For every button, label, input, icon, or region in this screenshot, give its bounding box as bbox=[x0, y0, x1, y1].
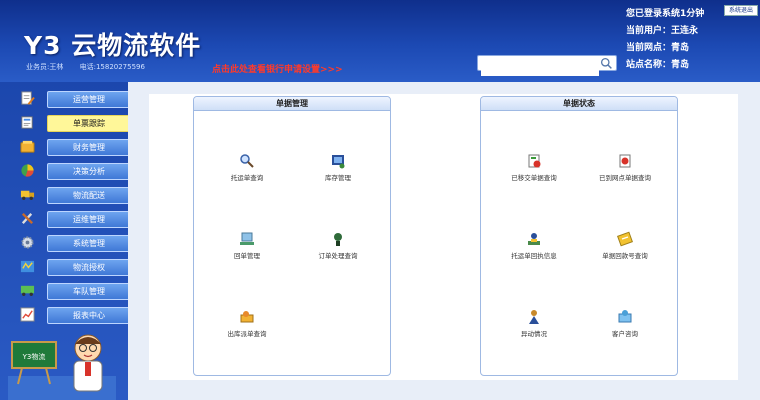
logout-button[interactable]: 系统退出 bbox=[724, 5, 758, 16]
tile-label: 出库派单查询 bbox=[227, 330, 267, 338]
station-name: 站点名称：青岛 bbox=[626, 60, 690, 70]
gear-icon bbox=[21, 236, 34, 249]
panel-document-management: 单据管理 托运单查询 库存管理 回单管理 订单处理查询 出库派单查询 bbox=[193, 96, 391, 376]
customer-service-icon bbox=[618, 310, 632, 323]
contact-info: 业务员:王林 电话:15820275596 bbox=[26, 62, 159, 72]
search-box bbox=[477, 55, 617, 76]
login-time: 您已登录系统1分钟 bbox=[626, 9, 705, 19]
inventory-icon bbox=[332, 155, 345, 169]
sidebar-item-finance[interactable]: 财务管理 bbox=[14, 136, 131, 158]
tile-label: 异动情况 bbox=[521, 330, 547, 338]
magnifier-icon bbox=[240, 154, 254, 168]
sidebar-item-label: 运维管理 bbox=[47, 211, 131, 228]
sidebar-item-label: 财务管理 bbox=[47, 139, 131, 156]
sidebar-item-label: 报表中心 bbox=[47, 307, 131, 324]
sidebar-item-system[interactable]: 系统管理 bbox=[14, 232, 131, 254]
tile-label: 已到网点单据查询 bbox=[599, 174, 651, 182]
tile-arrived-query[interactable]: 已到网点单据查询 bbox=[585, 153, 665, 182]
exception-icon bbox=[529, 310, 539, 324]
sidebar-item-operations[interactable]: 运营管理 bbox=[14, 88, 131, 110]
order-query-icon bbox=[334, 233, 342, 246]
bank-setup-promo-link[interactable]: 点击此处查看银行申请设置>>> bbox=[212, 62, 343, 75]
tile-waybill-query[interactable]: 托运单查询 bbox=[207, 153, 287, 182]
tile-label: 托运单回执信息 bbox=[511, 252, 557, 260]
fleet-icon bbox=[20, 285, 35, 296]
search-input[interactable] bbox=[481, 61, 599, 76]
tile-dispatch-query[interactable]: 出库派单查询 bbox=[207, 309, 287, 338]
tile-payment-code-query[interactable]: 单据回款号查询 bbox=[585, 231, 665, 260]
sidebar-item-reports[interactable]: 报表中心 bbox=[14, 304, 131, 326]
mascot-illustration: Y3物流 bbox=[8, 334, 116, 400]
tile-inventory[interactable]: 库存管理 bbox=[298, 153, 378, 182]
current-user: 当前用户：王连永 bbox=[626, 26, 699, 36]
document-edit-icon bbox=[21, 91, 35, 105]
payment-code-icon bbox=[617, 231, 633, 247]
tile-receipt-management[interactable]: 回单管理 bbox=[207, 231, 287, 260]
sidebar-item-label: 车队管理 bbox=[47, 283, 131, 300]
content-canvas: 单据管理 托运单查询 库存管理 回单管理 订单处理查询 出库派单查询 单据状态 … bbox=[149, 94, 738, 380]
waybill-icon bbox=[21, 116, 33, 129]
sidebar-item-label: 系统管理 bbox=[47, 235, 131, 252]
tile-label: 订单处理查询 bbox=[318, 252, 358, 260]
mascot-sign-text: Y3物流 bbox=[22, 352, 46, 361]
contact-phone: 电话:15820275596 bbox=[79, 63, 145, 71]
wallet-icon bbox=[20, 140, 35, 153]
receipt-return-icon bbox=[240, 232, 254, 245]
sidebar-item-fleet[interactable]: 车队管理 bbox=[14, 280, 131, 302]
sidebar-item-label: 单票跟踪 bbox=[47, 115, 131, 132]
truck-icon bbox=[20, 190, 35, 200]
tools-icon bbox=[21, 212, 34, 225]
sidebar: 运营管理 单票跟踪 财务管理 决策分析 物流配送 运维管理 系统管理 物流授权 … bbox=[0, 82, 131, 400]
tile-label: 库存管理 bbox=[325, 174, 351, 182]
sidebar-item-analysis[interactable]: 决策分析 bbox=[14, 160, 131, 182]
sidebar-item-label: 物流配送 bbox=[47, 187, 131, 204]
arrived-doc-icon bbox=[619, 154, 631, 168]
panel-title: 单据管理 bbox=[194, 97, 390, 111]
tile-label: 单据回款号查询 bbox=[602, 252, 648, 260]
tile-customer-inquiry[interactable]: 客户咨询 bbox=[585, 309, 665, 338]
sidebar-item-label: 决策分析 bbox=[47, 163, 131, 180]
tile-label: 已移交单据查询 bbox=[511, 174, 557, 182]
tile-exceptions[interactable]: 异动情况 bbox=[494, 309, 574, 338]
receipt-info-icon bbox=[528, 233, 540, 245]
report-chart-icon bbox=[20, 307, 35, 322]
transfer-doc-icon bbox=[528, 154, 541, 168]
sidebar-item-authorization[interactable]: 物流授权 bbox=[14, 256, 131, 278]
map-icon bbox=[20, 260, 35, 273]
panel-title: 单据状态 bbox=[481, 97, 677, 111]
dispatch-query-icon bbox=[240, 311, 254, 323]
tile-label: 客户咨询 bbox=[612, 330, 638, 338]
pie-chart-icon bbox=[21, 164, 34, 177]
tile-order-query[interactable]: 订单处理查询 bbox=[298, 231, 378, 260]
tile-receipt-info[interactable]: 托运单回执信息 bbox=[494, 231, 574, 260]
sidebar-item-label: 运营管理 bbox=[47, 91, 131, 108]
sidebar-item-waybill-tracking[interactable]: 单票跟踪 bbox=[14, 112, 131, 134]
tile-transferred-query[interactable]: 已移交单据查询 bbox=[494, 153, 574, 182]
contact-person: 业务员:王林 bbox=[26, 63, 64, 71]
tile-label: 托运单查询 bbox=[230, 174, 264, 182]
panel-document-status: 单据状态 已移交单据查询 已到网点单据查询 托运单回执信息 单据回款号查询 异动… bbox=[480, 96, 678, 376]
current-site: 当前网点：青岛 bbox=[626, 43, 690, 53]
search-icon[interactable] bbox=[600, 57, 613, 70]
sidebar-item-maintenance[interactable]: 运维管理 bbox=[14, 208, 131, 230]
sidebar-item-delivery[interactable]: 物流配送 bbox=[14, 184, 131, 206]
main-area: 单据管理 托运单查询 库存管理 回单管理 订单处理查询 出库派单查询 单据状态 … bbox=[128, 82, 760, 400]
app-logo: Y3 云物流软件 bbox=[24, 31, 202, 60]
sidebar-item-label: 物流授权 bbox=[47, 259, 131, 276]
user-info: 您已登录系统1分钟 当前用户：王连永 当前网点：青岛 站点名称：青岛 bbox=[626, 6, 704, 74]
tile-label: 回单管理 bbox=[234, 252, 260, 260]
app-header: Y3 云物流软件 业务员:王林 电话:15820275596 点击此处查看银行申… bbox=[0, 0, 760, 82]
